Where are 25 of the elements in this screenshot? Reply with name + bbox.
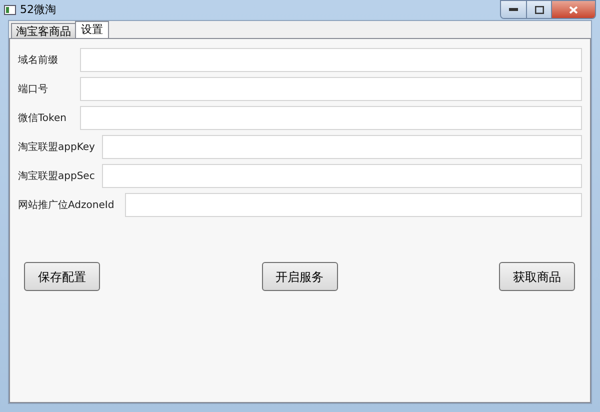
input-field[interactable]	[125, 193, 582, 217]
input-field[interactable]	[80, 48, 582, 72]
field-label: 网站推广位AdzoneId	[18, 198, 116, 212]
maximize-button[interactable]	[527, 1, 552, 18]
field-label: 端口号	[18, 82, 49, 96]
field-label: 微信Token	[18, 112, 68, 126]
input-field[interactable]	[102, 135, 582, 159]
action-button[interactable]: 开启服务	[262, 262, 338, 291]
input-field[interactable]	[102, 164, 582, 188]
minimize-button[interactable]	[501, 1, 527, 18]
tab[interactable]: 设置	[75, 21, 109, 38]
field-label: 淘宝联盟appSec	[18, 170, 94, 184]
close-icon	[569, 6, 578, 14]
field-label: 域名前缀	[18, 54, 59, 68]
action-button[interactable]: 获取商品	[499, 262, 575, 291]
tab[interactable]: 淘宝客商品	[11, 23, 76, 38]
action-button[interactable]: 保存配置	[24, 262, 100, 291]
app-icon	[4, 5, 16, 15]
maximize-icon	[534, 6, 544, 14]
close-button[interactable]	[552, 1, 595, 18]
input-field[interactable]	[80, 77, 582, 101]
window-title: 52微淘	[20, 2, 56, 18]
minimize-icon	[509, 8, 518, 11]
input-field[interactable]	[80, 106, 582, 130]
field-label: 淘宝联盟appKey	[18, 140, 94, 154]
